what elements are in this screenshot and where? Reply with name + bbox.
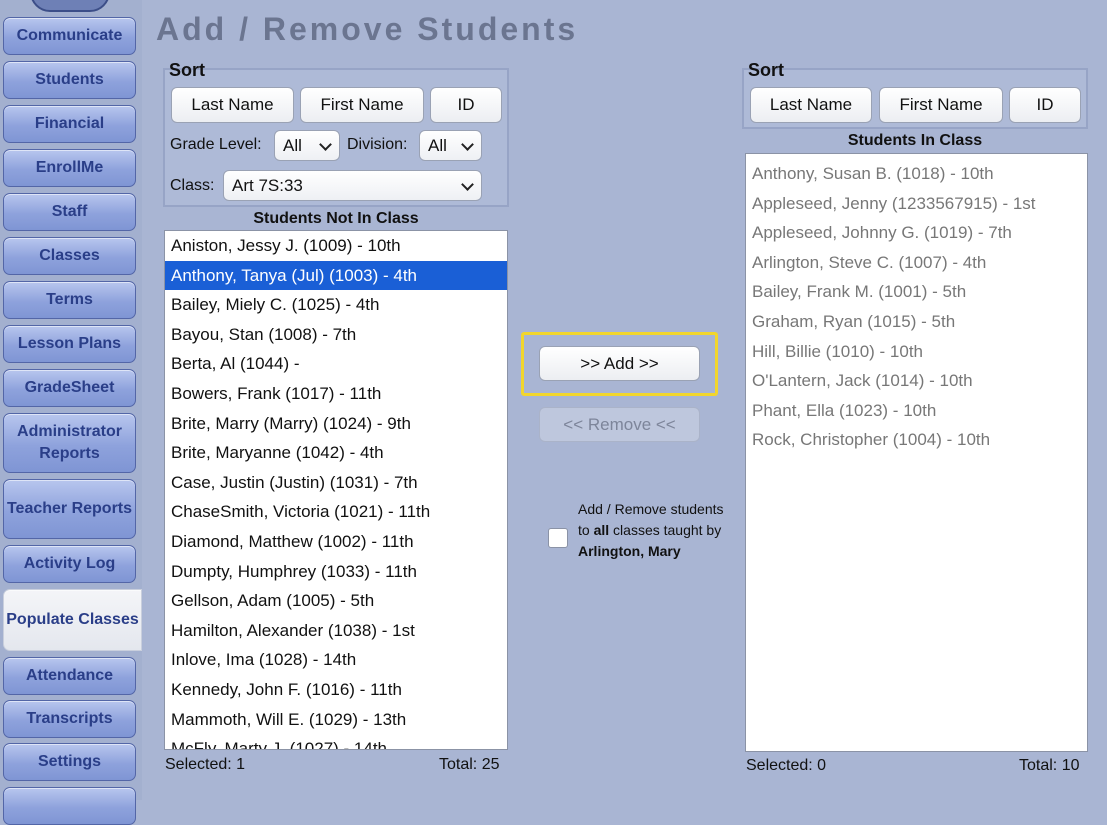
list-item[interactable]: Kennedy, John F. (1016) - 11th xyxy=(165,675,507,705)
list-item[interactable]: Bowers, Frank (1017) - 11th xyxy=(165,379,507,409)
list-item[interactable]: Appleseed, Jenny (1233567915) - 1st xyxy=(746,189,1087,219)
right-sort-label: Sort xyxy=(748,60,784,80)
list-item[interactable]: Arlington, Steve C. (1007) - 4th xyxy=(746,248,1087,278)
sidebar-item-activity-log[interactable]: Activity Log xyxy=(3,545,136,583)
sidebar-item-lesson-plans[interactable]: Lesson Plans xyxy=(3,325,136,363)
list-item[interactable]: Phant, Ella (1023) - 10th xyxy=(746,396,1087,426)
list-item[interactable]: Graham, Ryan (1015) - 5th xyxy=(746,307,1087,337)
list-item[interactable]: Inlove, Ima (1028) - 14th xyxy=(165,645,507,675)
sidebar-nav: Communicate Students Financial EnrollMe … xyxy=(0,0,142,825)
chevron-down-icon xyxy=(319,138,332,151)
students-not-in-class-list[interactable]: Aniston, Jessy J. (1009) - 10th Anthony,… xyxy=(164,230,508,750)
sidebar-item-transcripts[interactable]: Transcripts xyxy=(3,700,136,738)
right-total-count: Total: 10 xyxy=(1019,757,1080,774)
list-item[interactable]: Hill, Billie (1010) - 10th xyxy=(746,337,1087,367)
list-item[interactable]: Gellson, Adam (1005) - 5th xyxy=(165,586,507,616)
left-sort-first-name-button[interactable]: First Name xyxy=(300,87,424,123)
left-sort-last-name-button[interactable]: Last Name xyxy=(171,87,294,123)
sidebar-item-classes[interactable]: Classes xyxy=(3,237,136,275)
list-item[interactable]: Appleseed, Johnny G. (1019) - 7th xyxy=(746,218,1087,248)
list-item[interactable]: Hamilton, Alexander (1038) - 1st xyxy=(165,616,507,646)
sidebar-item-teacher-reports[interactable]: Teacher Reports xyxy=(3,479,136,539)
list-item[interactable]: Aniston, Jessy J. (1009) - 10th xyxy=(165,231,507,261)
sidebar-item-enrollme[interactable]: EnrollMe xyxy=(3,149,136,187)
list-item[interactable]: Bailey, Frank M. (1001) - 5th xyxy=(746,277,1087,307)
sidebar-item-financial[interactable]: Financial xyxy=(3,105,136,143)
right-selected-count: Selected: 0 xyxy=(746,757,827,774)
sidebar-item-settings[interactable]: Settings xyxy=(3,743,136,781)
right-sort-id-button[interactable]: ID xyxy=(1009,87,1081,123)
remove-button: << Remove << xyxy=(539,407,700,442)
list-item[interactable]: Brite, Marry (Marry) (1024) - 9th xyxy=(165,409,507,439)
left-selected-count: Selected: 1 xyxy=(165,756,246,773)
checkbox-bold-all: all xyxy=(593,522,610,538)
sidebar-item-terms[interactable]: Terms xyxy=(3,281,136,319)
checkbox-text-2: classes taught by xyxy=(609,522,722,538)
class-label: Class: xyxy=(170,177,215,194)
left-sort-label: Sort xyxy=(169,60,205,80)
list-item[interactable]: Brite, Maryanne (1042) - 4th xyxy=(165,438,507,468)
list-item[interactable]: Berta, Al (1044) - xyxy=(165,349,507,379)
sidebar-item-staff[interactable]: Staff xyxy=(3,193,136,231)
sidebar-item-students[interactable]: Students xyxy=(3,61,136,99)
all-classes-checkbox-label: Add / Remove students to all classes tau… xyxy=(578,499,728,562)
sidebar-item-gradesheet[interactable]: GradeSheet xyxy=(3,369,136,407)
left-total-count: Total: 25 xyxy=(439,756,500,773)
class-value: Art 7S:33 xyxy=(232,175,303,195)
grade-level-label: Grade Level: xyxy=(170,136,262,153)
sidebar-item-attendance[interactable]: Attendance xyxy=(3,657,136,695)
division-value: All xyxy=(428,135,447,155)
add-button[interactable]: >> Add >> xyxy=(539,346,700,381)
list-item[interactable]: Bailey, Miely C. (1025) - 4th xyxy=(165,290,507,320)
chevron-down-icon xyxy=(461,138,474,151)
sidebar-item-communicate[interactable]: Communicate xyxy=(3,17,136,55)
right-sort-last-name-button[interactable]: Last Name xyxy=(750,87,872,123)
list-item[interactable]: ChaseSmith, Victoria (1021) - 11th xyxy=(165,497,507,527)
list-item[interactable]: Diamond, Matthew (1002) - 11th xyxy=(165,527,507,557)
checkbox-bold-teacher: Arlington, Mary xyxy=(578,543,681,559)
right-sort-first-name-button[interactable]: First Name xyxy=(879,87,1003,123)
all-classes-checkbox[interactable] xyxy=(548,528,568,548)
sidebar-item-administrator-reports[interactable]: Administrator Reports xyxy=(3,413,136,473)
division-label: Division: xyxy=(347,136,408,153)
list-item[interactable]: Anthony, Tanya (Jul) (1003) - 4th xyxy=(165,260,507,291)
students-in-class-list[interactable]: Anthony, Susan B. (1018) - 10th Applesee… xyxy=(745,153,1088,752)
grade-level-value: All xyxy=(283,135,302,155)
list-item[interactable]: Rock, Christopher (1004) - 10th xyxy=(746,425,1087,455)
sidebar-item-more[interactable] xyxy=(3,787,136,825)
list-item[interactable]: Case, Justin (Justin) (1031) - 7th xyxy=(165,468,507,498)
list-item[interactable]: O'Lantern, Jack (1014) - 10th xyxy=(746,366,1087,396)
logo-stub xyxy=(30,0,110,12)
students-not-in-class-title: Students Not In Class xyxy=(253,210,419,227)
list-item[interactable]: Dumpty, Humphrey (1033) - 11th xyxy=(165,557,507,587)
page-title: Add / Remove Students xyxy=(156,11,579,47)
sidebar-item-populate-classes[interactable]: Populate Classes xyxy=(3,589,142,651)
list-item[interactable]: Mammoth, Will E. (1029) - 13th xyxy=(165,705,507,735)
division-select[interactable]: All xyxy=(419,130,482,161)
list-item[interactable]: Bayou, Stan (1008) - 7th xyxy=(165,320,507,350)
left-sort-id-button[interactable]: ID xyxy=(430,87,502,123)
list-item[interactable]: Anthony, Susan B. (1018) - 10th xyxy=(746,159,1087,189)
chevron-down-icon xyxy=(461,178,474,191)
grade-level-select[interactable]: All xyxy=(274,130,340,161)
list-item[interactable]: McFly, Marty J. (1027) - 14th xyxy=(165,734,507,749)
students-in-class-title: Students In Class xyxy=(847,132,983,149)
class-select[interactable]: Art 7S:33 xyxy=(223,170,482,201)
